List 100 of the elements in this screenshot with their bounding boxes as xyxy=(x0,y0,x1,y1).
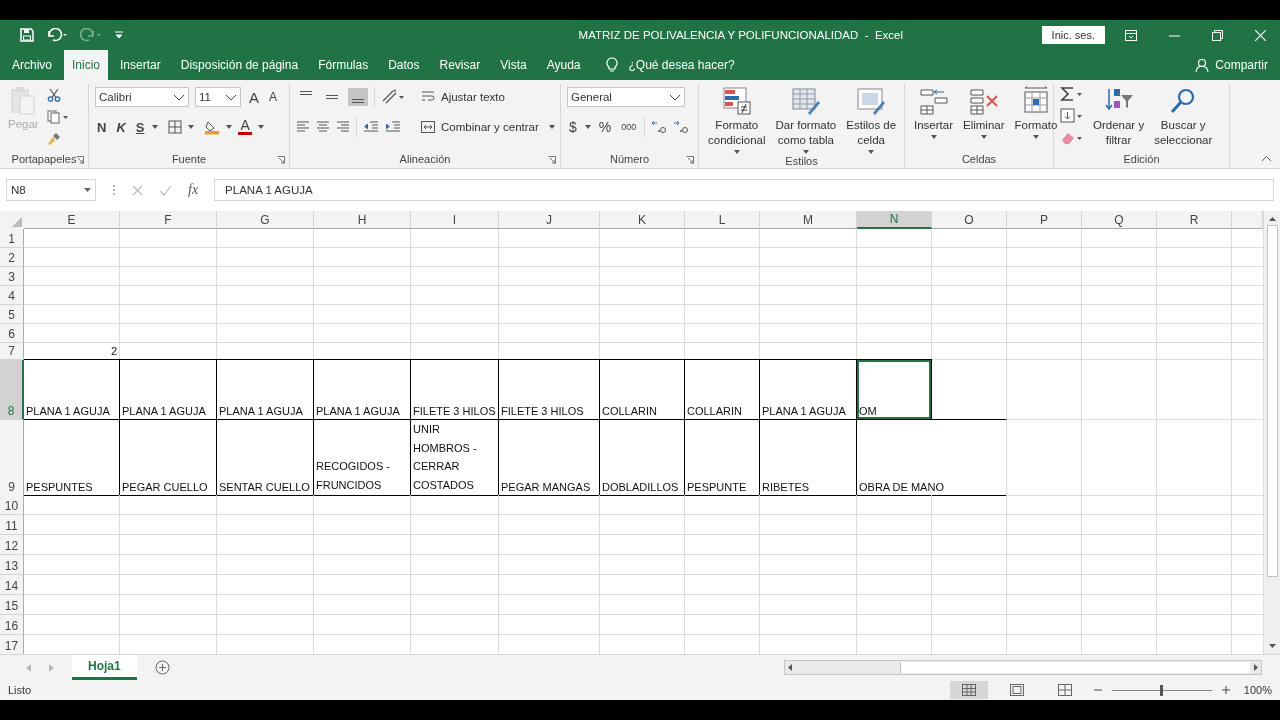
sheet-cell[interactable] xyxy=(1082,555,1157,575)
sheet-cell[interactable] xyxy=(685,535,760,555)
merge-center-button[interactable]: Combinar y centrar xyxy=(441,121,539,133)
sheet-cell[interactable] xyxy=(411,229,499,248)
sheet-cell[interactable] xyxy=(24,248,120,267)
sheet-cell[interactable] xyxy=(1007,267,1082,286)
sheet-cell[interactable] xyxy=(857,555,932,575)
column-header[interactable]: O xyxy=(932,211,1007,229)
sheet-cell[interactable] xyxy=(314,305,411,324)
caret-icon[interactable] xyxy=(257,125,264,129)
sheet-cell[interactable] xyxy=(499,286,600,305)
sheet-cell[interactable] xyxy=(932,595,1007,615)
sheet-cell[interactable] xyxy=(1082,305,1157,324)
sheet-cell[interactable] xyxy=(217,595,314,615)
sheet-cell[interactable] xyxy=(1157,229,1232,248)
sheet-cell[interactable] xyxy=(685,305,760,324)
find-button[interactable]: Buscar y seleccionar xyxy=(1154,118,1213,148)
sheet-cell[interactable] xyxy=(24,267,120,286)
sheet-cell[interactable] xyxy=(1082,420,1157,496)
sort-button[interactable]: Ordenar y filtrar xyxy=(1093,118,1145,148)
sheet-cell[interactable] xyxy=(120,305,217,324)
ribbon-tab[interactable]: Vista xyxy=(492,50,535,80)
row-header[interactable]: 16 xyxy=(0,615,24,635)
sheet-cell[interactable]: PLANA 1 AGUJA xyxy=(24,359,120,420)
insert-button[interactable]: Insertar xyxy=(914,118,953,133)
sheet-cell[interactable] xyxy=(932,343,1007,360)
lightbulb-icon[interactable] xyxy=(606,57,619,73)
sheet-cell[interactable]: FILETE 3 HILOS xyxy=(411,359,499,420)
sheet-cell[interactable] xyxy=(217,305,314,324)
sheet-cell[interactable] xyxy=(217,324,314,343)
sheet-cell[interactable] xyxy=(314,248,411,267)
column-header[interactable]: G xyxy=(217,211,314,229)
sheet-cell[interactable] xyxy=(857,575,932,595)
sheet-cell[interactable] xyxy=(685,615,760,635)
sheet-cell[interactable] xyxy=(932,575,1007,595)
sheet-cell[interactable] xyxy=(1007,324,1082,343)
caret-icon[interactable] xyxy=(802,150,809,154)
sheet-cell[interactable] xyxy=(1082,515,1157,535)
sign-in-button[interactable]: Inic. ses. xyxy=(1041,26,1105,44)
sheet-cell[interactable] xyxy=(932,267,1007,286)
sheet-cell[interactable] xyxy=(120,324,217,343)
sheet-cell[interactable]: COLLARIN xyxy=(685,359,760,420)
increase-decimal-icon[interactable] xyxy=(651,120,668,134)
sheet-cell[interactable] xyxy=(120,575,217,595)
sheet-cell[interactable] xyxy=(1007,286,1082,305)
sheet-cell[interactable] xyxy=(24,615,120,635)
sheet-cell[interactable] xyxy=(857,535,932,555)
sheet-cell[interactable] xyxy=(120,248,217,267)
sheet-cell[interactable] xyxy=(120,267,217,286)
percent-button[interactable]: % xyxy=(596,119,614,135)
sheet-cell[interactable] xyxy=(314,555,411,575)
row-header[interactable]: 1 xyxy=(0,229,24,248)
sheet-cell[interactable] xyxy=(600,324,685,343)
sheet-cell[interactable] xyxy=(600,495,685,515)
sheet-cell[interactable] xyxy=(24,305,120,324)
sheet-cell[interactable] xyxy=(932,615,1007,635)
sheet-cell[interactable] xyxy=(685,248,760,267)
increase-indent-icon[interactable] xyxy=(385,121,401,133)
orientation-icon[interactable] xyxy=(381,89,405,105)
zoom-level[interactable]: 100% xyxy=(1243,684,1272,696)
grow-font-button[interactable]: A xyxy=(247,88,261,106)
ribbon-tab[interactable]: Revisar xyxy=(431,50,489,80)
sheet-cell[interactable] xyxy=(1007,615,1082,635)
row-header[interactable]: 9 xyxy=(0,420,24,496)
sheet-cell[interactable] xyxy=(857,495,932,515)
row-header[interactable]: 4 xyxy=(0,286,24,305)
check-icon[interactable] xyxy=(159,184,172,196)
sheet-cell[interactable] xyxy=(1082,595,1157,615)
caret-icon[interactable] xyxy=(930,135,937,139)
normal-view-button[interactable] xyxy=(949,681,988,699)
dialog-launcher-icon[interactable] xyxy=(277,156,285,164)
horizontal-scrollbar[interactable] xyxy=(784,660,1262,675)
ribbon-tab[interactable]: Inicio xyxy=(64,50,109,80)
sheet-cell[interactable] xyxy=(685,595,760,615)
sheet-cell[interactable] xyxy=(1082,248,1157,267)
sheet-cell[interactable] xyxy=(1082,495,1157,515)
sheet-cell[interactable] xyxy=(857,615,932,635)
sheet-cell[interactable] xyxy=(499,515,600,535)
delete-button[interactable]: Eliminar xyxy=(963,118,1005,133)
sheet-cell[interactable] xyxy=(217,248,314,267)
sheet-cell[interactable] xyxy=(685,229,760,248)
sheet-cell[interactable] xyxy=(217,495,314,515)
copy-icon[interactable] xyxy=(46,110,69,124)
sheet-cell[interactable] xyxy=(600,305,685,324)
sheet-cell[interactable] xyxy=(760,267,857,286)
sheet-cell[interactable] xyxy=(1157,343,1232,360)
row-header[interactable]: 15 xyxy=(0,595,24,615)
sheet-cell[interactable] xyxy=(1007,360,1082,420)
name-box[interactable]: N8 xyxy=(6,179,96,201)
sheet-cell[interactable] xyxy=(411,267,499,286)
sheet-cell[interactable] xyxy=(217,229,314,248)
sheet-cell[interactable]: PEGAR MANGAS xyxy=(499,419,600,496)
sheet-cell[interactable] xyxy=(600,248,685,267)
caret-icon[interactable] xyxy=(152,125,159,129)
sheet-cell[interactable] xyxy=(1007,575,1082,595)
sheet-cell[interactable] xyxy=(1082,286,1157,305)
sheet-cell[interactable] xyxy=(217,515,314,535)
sheet-cell[interactable] xyxy=(1157,305,1232,324)
row-header[interactable]: 2 xyxy=(0,248,24,267)
sheet-cell[interactable] xyxy=(685,555,760,575)
